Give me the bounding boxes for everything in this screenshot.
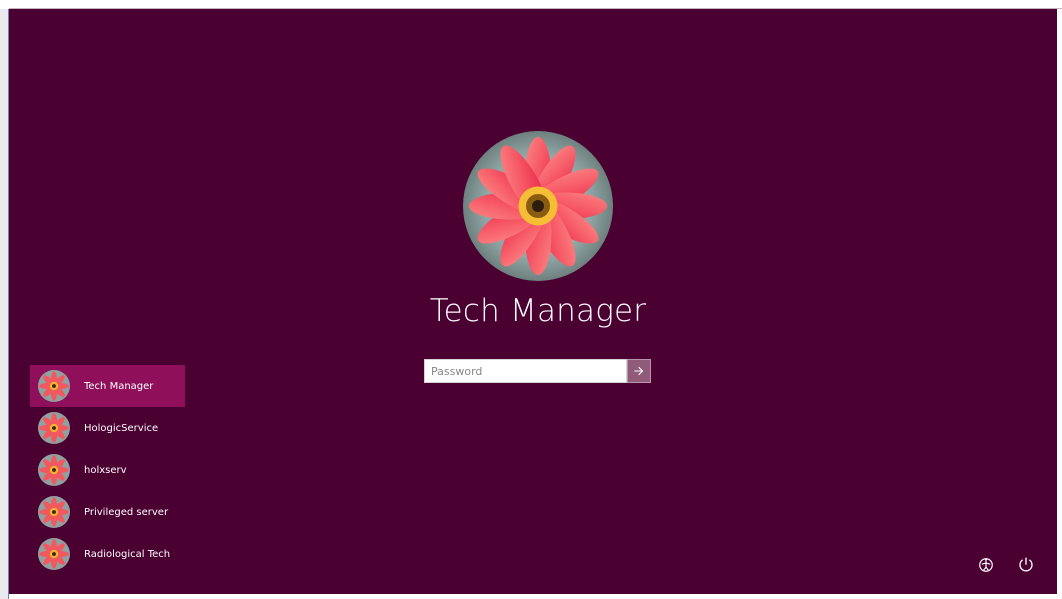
password-input[interactable] bbox=[424, 359, 627, 383]
power-button[interactable] bbox=[1015, 554, 1037, 576]
account-avatar bbox=[38, 496, 70, 528]
bottom-right-controls bbox=[975, 554, 1037, 576]
flower-avatar-icon bbox=[38, 496, 70, 528]
selected-user-name: Tech Manager bbox=[429, 293, 647, 329]
submit-button[interactable] bbox=[627, 359, 651, 383]
account-avatar bbox=[38, 412, 70, 444]
account-item-privileged-server[interactable]: Privileged server bbox=[30, 491, 185, 533]
selected-user-avatar bbox=[463, 131, 613, 281]
account-label: holxserv bbox=[84, 464, 127, 476]
flower-avatar-icon bbox=[463, 131, 613, 281]
account-label: Radiological Tech bbox=[84, 548, 171, 560]
account-item-holxserv[interactable]: holxserv bbox=[30, 449, 185, 491]
power-icon bbox=[1019, 557, 1033, 572]
flower-avatar-icon bbox=[38, 454, 70, 486]
ease-of-access-button[interactable] bbox=[975, 554, 997, 576]
flower-avatar-icon bbox=[38, 412, 70, 444]
account-label: Tech Manager bbox=[84, 380, 154, 392]
account-item-hologicservice[interactable]: HologicService bbox=[30, 407, 185, 449]
flower-avatar-icon bbox=[38, 538, 70, 570]
account-label: HologicService bbox=[84, 422, 159, 434]
windows-lock-screen: Tech Manager Tech Manager HologicService… bbox=[9, 9, 1057, 594]
arrow-right-icon bbox=[634, 366, 644, 376]
account-item-radiological-tech[interactable]: Radiological Tech bbox=[30, 533, 185, 575]
account-avatar bbox=[38, 538, 70, 570]
account-list: Tech Manager HologicService holxserv Pri… bbox=[30, 365, 185, 575]
account-avatar bbox=[38, 454, 70, 486]
ease-of-access-icon bbox=[979, 558, 993, 572]
account-label: Privileged server bbox=[84, 506, 169, 518]
password-entry-row bbox=[424, 359, 651, 385]
account-item-tech-manager[interactable]: Tech Manager bbox=[30, 365, 185, 407]
flower-avatar-icon bbox=[38, 370, 70, 402]
account-avatar bbox=[38, 370, 70, 402]
